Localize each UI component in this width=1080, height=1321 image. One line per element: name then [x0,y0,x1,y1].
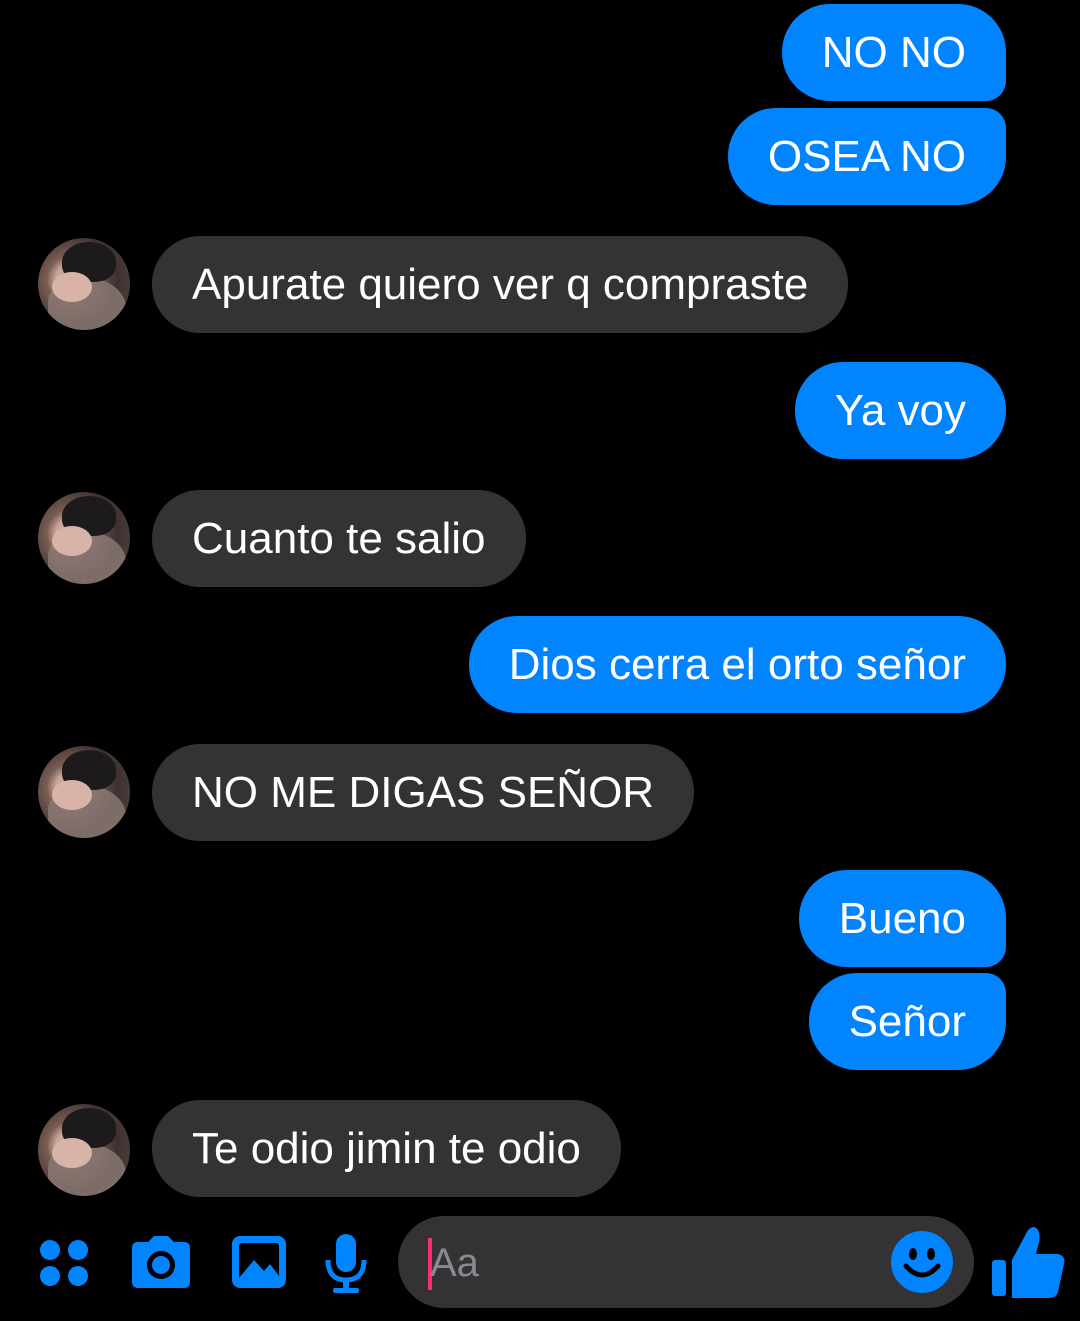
incoming-message[interactable]: Cuanto te salio [152,490,526,587]
camera-icon[interactable] [130,1234,192,1295]
avatar-photo-detail [52,526,92,556]
avatar-photo-detail [52,272,92,302]
emoji-icon[interactable] [890,1230,954,1299]
outgoing-message[interactable]: Ya voy [794,362,1006,459]
incoming-message[interactable]: Te odio jimin te odio [152,1100,621,1197]
composer-bar [0,1208,1080,1321]
gallery-icon[interactable] [230,1232,288,1297]
message-input[interactable] [428,1216,872,1310]
incoming-message[interactable]: NO ME DIGAS SEÑOR [152,744,695,841]
outgoing-message[interactable]: Señor [808,973,1006,1070]
outgoing-message[interactable]: Bueno [798,870,1006,967]
microphone-icon[interactable] [322,1232,370,1301]
outgoing-message[interactable]: NO NO [781,4,1006,101]
contact-avatar[interactable] [38,238,130,330]
apps-icon[interactable] [38,1238,94,1295]
outgoing-message[interactable]: OSEA NO [727,108,1006,205]
avatar-photo-detail [52,1138,92,1168]
contact-avatar[interactable] [38,746,130,838]
incoming-message[interactable]: Apurate quiero ver q compraste [152,236,849,333]
thumbs-up-icon[interactable] [988,1222,1068,1307]
message-input-field[interactable] [398,1216,974,1310]
contact-avatar[interactable] [38,492,130,584]
outgoing-message[interactable]: Dios cerra el orto señor [468,616,1006,713]
contact-avatar[interactable] [38,1104,130,1196]
avatar-photo-detail [52,780,92,810]
